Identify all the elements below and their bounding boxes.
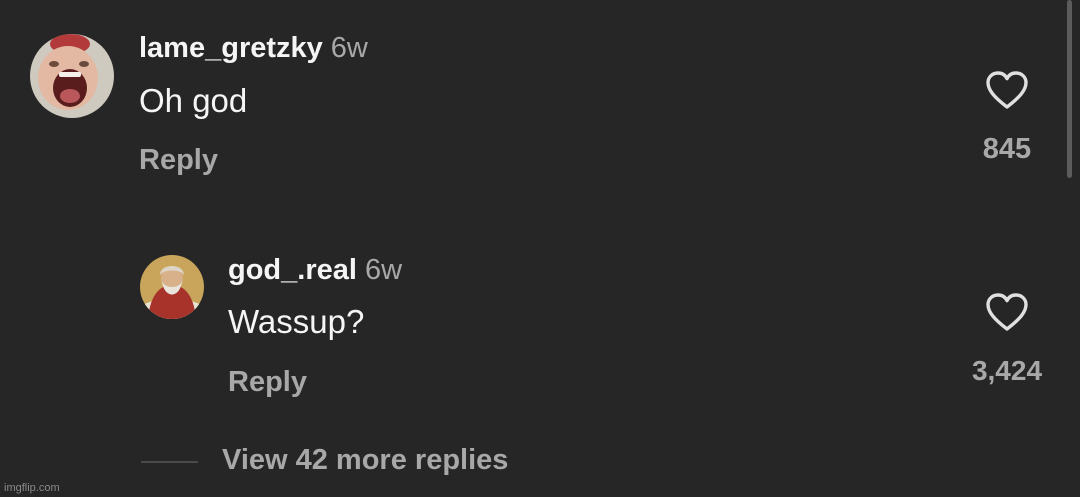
screaming-face-avatar-icon <box>30 34 114 118</box>
like-count: 845 <box>982 133 1032 165</box>
watermark: imgflip.com <box>4 482 60 494</box>
like-count: 3,424 <box>971 355 1043 386</box>
heart-icon[interactable] <box>985 70 1029 110</box>
username[interactable]: god_.real 6w <box>228 254 402 287</box>
avatar[interactable] <box>30 34 114 118</box>
scrollbar[interactable] <box>1067 0 1072 178</box>
username[interactable]: lame_gretzky 6w <box>139 32 368 65</box>
comment-time: 6w <box>330 32 368 64</box>
reply-button[interactable]: Reply <box>139 144 218 177</box>
comment-text: Oh god <box>139 82 248 119</box>
reply-button[interactable]: Reply <box>228 366 307 399</box>
view-more-replies-button[interactable]: View 42 more replies <box>222 444 508 477</box>
heart-icon[interactable] <box>985 292 1029 332</box>
comment-text: Wassup? <box>228 303 365 340</box>
comment-time: 6w <box>364 254 403 286</box>
painted-god-avatar-icon <box>140 255 204 319</box>
avatar[interactable] <box>140 255 204 319</box>
divider <box>141 461 198 463</box>
